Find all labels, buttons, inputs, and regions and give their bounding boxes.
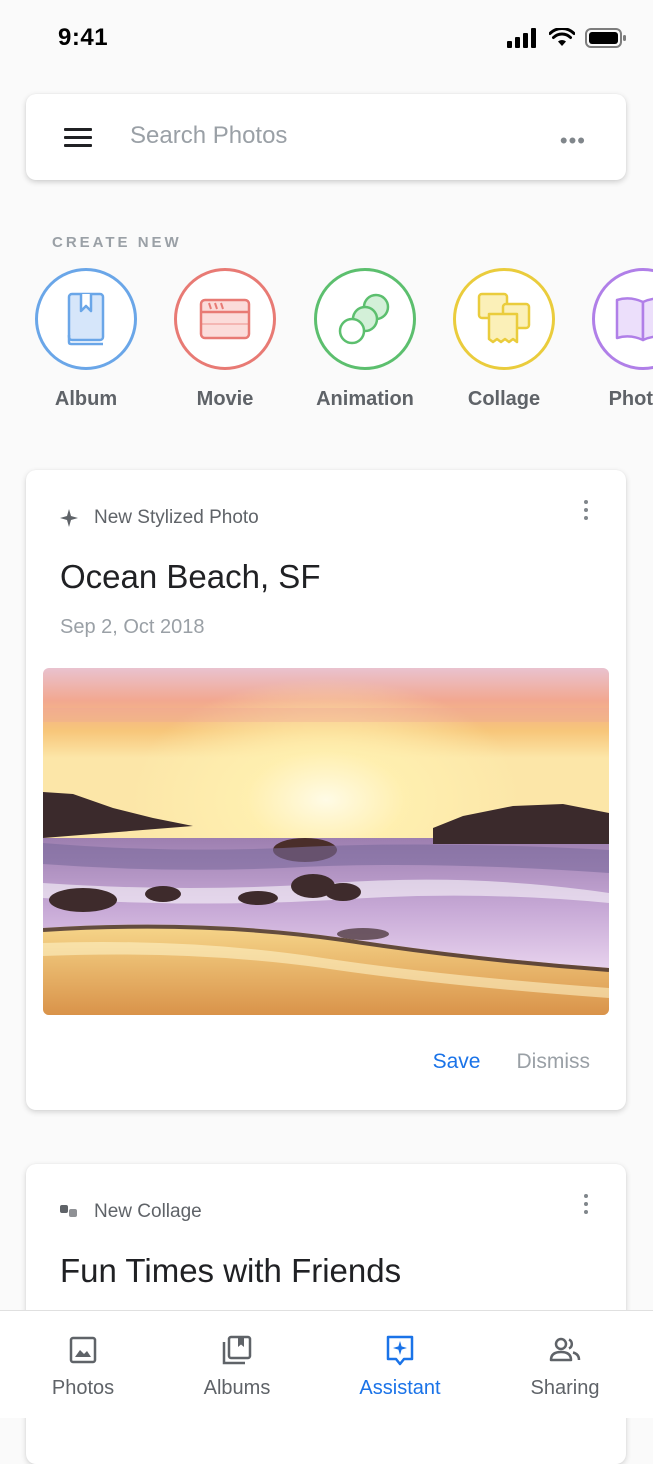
nav-photos[interactable]: Photos xyxy=(13,1333,153,1400)
card-kind: New Collage xyxy=(60,1201,202,1223)
create-album-button[interactable]: Album xyxy=(16,268,156,411)
stylized-photo-card[interactable]: New Stylized Photo Ocean Beach, SF Sep 2… xyxy=(26,470,626,1110)
card-actions: Save Dismiss xyxy=(433,1050,590,1074)
status-time: 9:41 xyxy=(58,24,109,51)
nav-assistant-label: Assistant xyxy=(359,1377,441,1399)
sharing-icon xyxy=(549,1337,581,1362)
wifi-icon xyxy=(549,28,575,46)
card-kind: New Stylized Photo xyxy=(60,507,259,529)
search-bar[interactable]: Search Photos ••• xyxy=(26,94,626,180)
create-animation-button[interactable]: Animation xyxy=(295,268,435,411)
more-options-icon[interactable]: ••• xyxy=(560,128,586,154)
albums-icon xyxy=(222,1335,252,1365)
nav-albums[interactable]: Albums xyxy=(167,1333,307,1400)
nav-sharing[interactable]: Sharing xyxy=(495,1333,635,1400)
nav-sharing-label: Sharing xyxy=(530,1377,600,1399)
search-input[interactable]: Search Photos xyxy=(130,122,287,150)
hamburger-menu-icon[interactable] xyxy=(64,128,92,148)
create-photobook-button[interactable]: Photob xyxy=(573,268,653,411)
create-album-label: Album xyxy=(54,388,118,410)
nav-photos-label: Photos xyxy=(51,1377,115,1399)
assistant-icon xyxy=(386,1335,414,1366)
collage-squares-icon xyxy=(453,268,555,370)
nav-assistant[interactable]: Assistant xyxy=(330,1333,470,1400)
album-book-icon xyxy=(35,268,137,370)
create-new-heading: CREATE NEW xyxy=(52,234,182,251)
card-overflow-menu-icon[interactable] xyxy=(584,1194,590,1218)
card-kind-label: New Stylized Photo xyxy=(94,507,259,528)
sparkle-icon xyxy=(60,509,78,527)
status-icons xyxy=(507,28,627,48)
collage-small-icon xyxy=(60,1205,77,1217)
movie-clapper-icon xyxy=(174,268,276,370)
create-animation-label: Animation xyxy=(316,388,414,410)
nav-albums-label: Albums xyxy=(203,1377,271,1399)
create-collage-button[interactable]: Collage xyxy=(434,268,574,411)
card-title: Fun Times with Friends xyxy=(60,1252,402,1289)
photobook-icon xyxy=(592,268,653,370)
create-movie-button[interactable]: Movie xyxy=(155,268,295,411)
photos-icon xyxy=(69,1336,97,1364)
card-date: Sep 2, Oct 2018 xyxy=(60,616,205,638)
bottom-navigation: Photos Albums Assistant Sharing xyxy=(0,1310,653,1418)
animation-circles-icon xyxy=(314,268,416,370)
create-movie-label: Movie xyxy=(196,388,254,410)
create-new-row: Album Movie Animation Collage Phot xyxy=(0,268,653,428)
save-button[interactable]: Save xyxy=(433,1050,481,1074)
card-kind-label: New Collage xyxy=(94,1201,202,1222)
cellular-signal-icon xyxy=(507,28,536,48)
create-photobook-label: Photob xyxy=(608,388,653,410)
battery-icon xyxy=(585,28,626,48)
stylized-beach-photo[interactable] xyxy=(43,668,609,1015)
create-collage-label: Collage xyxy=(467,388,541,410)
dismiss-button[interactable]: Dismiss xyxy=(517,1050,591,1074)
card-title: Ocean Beach, SF xyxy=(60,558,321,595)
card-overflow-menu-icon[interactable] xyxy=(584,500,590,524)
status-bar: 9:41 xyxy=(0,0,653,80)
